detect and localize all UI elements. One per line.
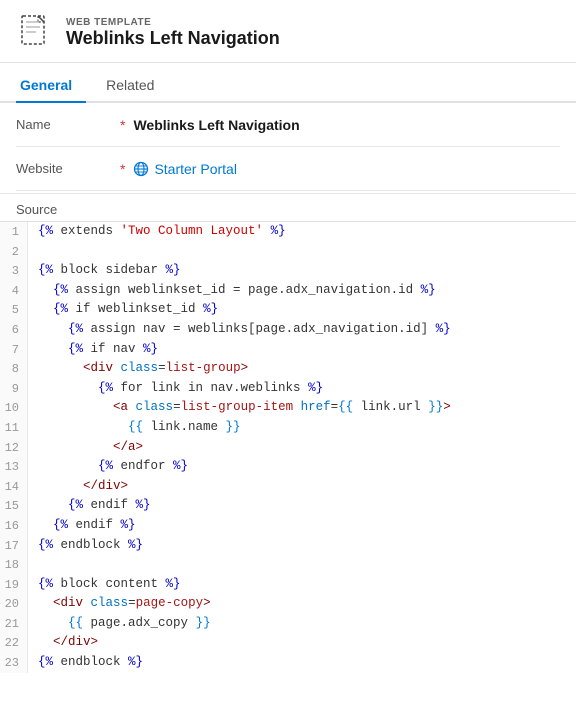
code-line-12: 12 </a> [0,438,576,458]
name-required: * [120,117,125,133]
code-line-8: 8 <div class=list-group> [0,359,576,379]
code-line-4: 4 {% assign weblinkset_id = page.adx_nav… [0,281,576,301]
code-line-14: 14 </div> [0,477,576,497]
code-line-23: 23 {% endblock %} [0,653,576,673]
website-link[interactable]: Starter Portal [133,161,236,177]
code-line-18: 18 [0,555,576,575]
globe-icon [133,161,149,177]
code-line-3: 3 {% block sidebar %} [0,261,576,281]
code-line-2: 2 [0,242,576,262]
code-line-15: 15 {% endif %} [0,496,576,516]
name-value: Weblinks Left Navigation [133,117,299,133]
name-label: Name [16,117,116,132]
website-required: * [120,161,125,177]
tab-bar: General Related [0,67,576,103]
code-line-22: 22 </div> [0,633,576,653]
code-line-9: 9 {% for link in nav.weblinks %} [0,379,576,399]
tab-related[interactable]: Related [102,67,168,103]
name-row: Name * Weblinks Left Navigation [16,103,560,147]
website-row: Website * Starter Portal [16,147,560,191]
code-line-7: 7 {% if nav %} [0,340,576,360]
header-subtitle: WEB TEMPLATE [66,17,280,28]
code-line-6: 6 {% assign nav = weblinks[page.adx_navi… [0,320,576,340]
code-line-10: 10 <a class=list-group-item href={{ link… [0,398,576,418]
website-link-text: Starter Portal [154,161,236,177]
page-header: WEB TEMPLATE Weblinks Left Navigation [0,0,576,63]
code-line-11: 11 {{ link.name }} [0,418,576,438]
code-line-16: 16 {% endif %} [0,516,576,536]
header-title: Weblinks Left Navigation [66,28,280,49]
code-line-5: 5 {% if weblinkset_id %} [0,300,576,320]
web-template-icon [16,14,54,52]
code-line-1: 1 {% extends 'Two Column Layout' %} [0,222,576,242]
code-line-20: 20 <div class=page-copy> [0,594,576,614]
website-label: Website [16,161,116,176]
code-line-13: 13 {% endfor %} [0,457,576,477]
tab-general[interactable]: General [16,67,86,103]
code-line-17: 17 {% endblock %} [0,536,576,556]
form-section: Name * Weblinks Left Navigation Website … [0,103,576,191]
source-label: Source [0,193,576,217]
code-line-21: 21 {{ page.adx_copy }} [0,614,576,634]
code-line-19: 19 {% block content %} [0,575,576,595]
code-editor: 1 {% extends 'Two Column Layout' %} 2 3 … [0,221,576,673]
header-text: WEB TEMPLATE Weblinks Left Navigation [66,17,280,49]
